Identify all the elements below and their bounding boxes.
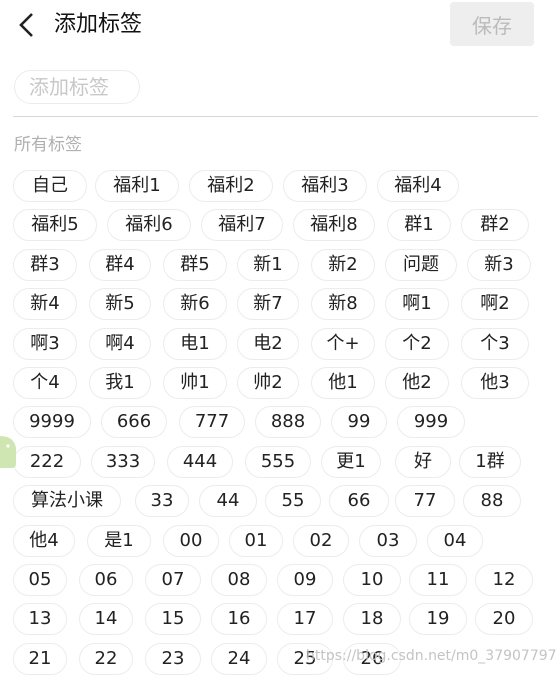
tag-chip[interactable]: 24 bbox=[211, 642, 267, 675]
tag-chip[interactable]: 啊3 bbox=[13, 327, 77, 360]
tag-chip[interactable]: 帅2 bbox=[237, 367, 299, 399]
tag-chip[interactable]: 08 bbox=[211, 564, 267, 596]
tag-chip[interactable]: 算法小课 bbox=[13, 485, 121, 518]
tag-chip[interactable]: 1群 bbox=[459, 445, 521, 478]
tag-chip[interactable]: 福利2 bbox=[189, 170, 273, 202]
tag-chip[interactable]: 好 bbox=[395, 445, 451, 478]
tag-chip[interactable]: 13 bbox=[13, 603, 67, 636]
tag-chip[interactable]: 福利1 bbox=[95, 170, 179, 202]
tag-chip[interactable]: 啊4 bbox=[89, 327, 151, 360]
tag-chip[interactable]: 77 bbox=[395, 485, 455, 518]
tag-chip[interactable]: 55 bbox=[265, 485, 321, 518]
tag-chip[interactable]: 个+ bbox=[311, 327, 375, 360]
tag-chip[interactable]: 福利3 bbox=[283, 170, 367, 202]
tag-chip[interactable]: 电1 bbox=[163, 327, 227, 360]
tag-chip[interactable]: 福利7 bbox=[201, 209, 283, 242]
tag-chip[interactable]: 啊1 bbox=[385, 288, 449, 321]
tag-chip[interactable]: 新1 bbox=[237, 248, 299, 281]
tag-chip[interactable]: 19 bbox=[409, 603, 467, 636]
tag-chip[interactable]: 03 bbox=[359, 524, 417, 557]
tag-chip[interactable]: 他2 bbox=[385, 367, 449, 399]
tag-chip[interactable]: 帅1 bbox=[163, 367, 227, 399]
tag-chip[interactable]: 17 bbox=[277, 603, 333, 636]
tag-chip[interactable]: 222 bbox=[13, 445, 81, 478]
tag-chip[interactable]: 777 bbox=[179, 406, 245, 439]
tag-chip[interactable]: 999 bbox=[397, 406, 465, 439]
watermark: https://blog.csdn.net/m0_37907797 bbox=[306, 648, 556, 664]
tag-chip[interactable]: 07 bbox=[145, 564, 201, 596]
tag-chip[interactable]: 05 bbox=[13, 564, 67, 596]
tag-chip[interactable]: 群3 bbox=[13, 248, 77, 281]
tag-chip[interactable]: 11 bbox=[409, 564, 467, 596]
tag-chip[interactable]: 18 bbox=[343, 603, 401, 636]
tag-chip[interactable]: 群4 bbox=[89, 248, 151, 281]
tag-chip[interactable]: 群5 bbox=[163, 248, 227, 281]
tag-chip[interactable]: 666 bbox=[101, 406, 167, 439]
tag-chip[interactable]: 群1 bbox=[387, 209, 451, 242]
tag-chip[interactable]: 12 bbox=[475, 564, 533, 596]
tag-chip[interactable]: 10 bbox=[343, 564, 401, 596]
tag-chip[interactable]: 14 bbox=[79, 603, 133, 636]
tag-chip[interactable]: 新5 bbox=[89, 288, 151, 321]
tag-chip[interactable]: 个3 bbox=[461, 327, 529, 360]
tag-chip[interactable]: 88 bbox=[463, 485, 521, 518]
tag-chip[interactable]: 新6 bbox=[163, 288, 227, 321]
tag-chip[interactable]: 福利5 bbox=[13, 209, 97, 242]
tag-chip[interactable]: 444 bbox=[167, 445, 233, 478]
tag-chip[interactable]: 44 bbox=[199, 485, 257, 518]
tag-chip[interactable]: 06 bbox=[79, 564, 133, 596]
tag-chip[interactable]: 福利6 bbox=[107, 209, 191, 242]
tag-chip[interactable]: 电2 bbox=[237, 327, 299, 360]
tag-list: 自己 福利1 福利2 福利3 福利4 福利5 福利6 福利7 福利8 群1 群2 群3 群4 群5 新1 新2… bbox=[0, 0, 556, 676]
tag-chip[interactable]: 自己 bbox=[13, 170, 87, 202]
tag-chip[interactable]: 33 bbox=[135, 485, 189, 518]
tag-chip[interactable]: 66 bbox=[329, 485, 389, 518]
tag-chip[interactable]: 04 bbox=[427, 524, 483, 557]
tag-chip[interactable]: 9999 bbox=[13, 406, 91, 439]
tag-chip[interactable]: 新3 bbox=[467, 248, 531, 281]
tag-chip[interactable]: 01 bbox=[229, 524, 283, 557]
tag-chip[interactable]: 99 bbox=[331, 406, 387, 439]
tag-chip[interactable]: 888 bbox=[255, 406, 321, 439]
tag-chip[interactable]: 群2 bbox=[461, 209, 529, 242]
tag-chip[interactable]: 个4 bbox=[13, 367, 77, 399]
tag-chip[interactable]: 333 bbox=[91, 445, 155, 478]
tag-chip[interactable]: 福利8 bbox=[293, 209, 375, 242]
tag-chip[interactable]: 21 bbox=[13, 642, 67, 675]
tag-chip[interactable]: 新2 bbox=[311, 248, 375, 281]
tag-chip[interactable]: 20 bbox=[475, 603, 533, 636]
tag-chip[interactable]: 是1 bbox=[87, 524, 151, 557]
tag-chip[interactable]: 555 bbox=[245, 445, 311, 478]
tag-chip[interactable]: 09 bbox=[277, 564, 333, 596]
tag-chip[interactable]: 22 bbox=[79, 642, 133, 675]
tag-chip[interactable]: 15 bbox=[145, 603, 201, 636]
tag-chip[interactable]: 新8 bbox=[311, 288, 375, 321]
tag-chip[interactable]: 我1 bbox=[89, 367, 151, 399]
tag-chip[interactable]: 更1 bbox=[321, 445, 381, 478]
tag-chip[interactable]: 个2 bbox=[385, 327, 449, 360]
tag-chip[interactable]: 23 bbox=[145, 642, 201, 675]
tag-chip[interactable]: 他1 bbox=[311, 367, 375, 399]
tag-chip[interactable]: 他4 bbox=[13, 524, 75, 557]
tag-chip[interactable]: 福利4 bbox=[377, 170, 459, 202]
tag-chip[interactable]: 新7 bbox=[237, 288, 299, 321]
tag-chip[interactable]: 新4 bbox=[13, 288, 77, 321]
tag-chip[interactable]: 16 bbox=[211, 603, 267, 636]
tag-chip[interactable]: 他3 bbox=[461, 367, 529, 399]
tag-chip[interactable]: 啊2 bbox=[461, 288, 529, 321]
android-icon bbox=[0, 436, 16, 468]
tag-chip[interactable]: 问题 bbox=[385, 248, 457, 281]
tag-chip[interactable]: 00 bbox=[163, 524, 219, 557]
tag-chip[interactable]: 02 bbox=[293, 524, 349, 557]
